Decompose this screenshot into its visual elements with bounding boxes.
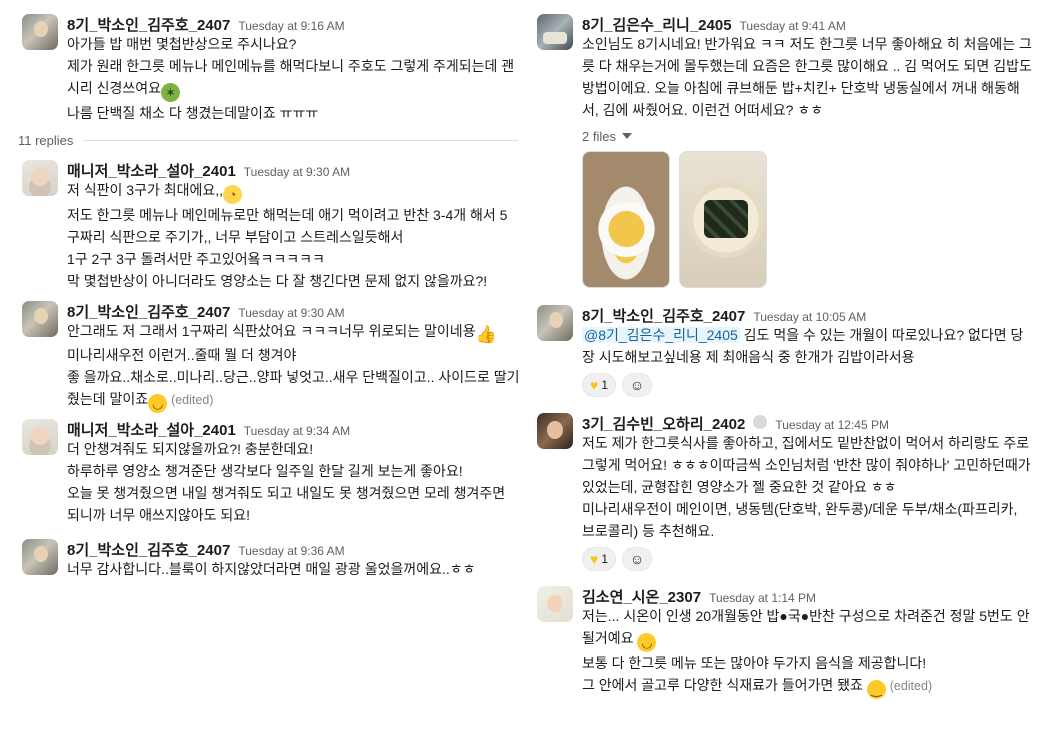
author-name[interactable]: 8기_박소인_김주호_2407 <box>582 305 745 326</box>
message-text: 너무 감사합니다..블룩이 하지않았더라면 매일 광광 울었을꺼에요..ㅎㅎ <box>67 561 476 577</box>
timestamp[interactable]: Tuesday at 1:14 PM <box>709 591 816 605</box>
author-name[interactable]: 8기_박소인_김주호_2407 <box>67 301 230 322</box>
timestamp[interactable]: Tuesday at 9:41 AM <box>740 19 846 33</box>
user-mention[interactable]: @8기_김은수_리니_2405 <box>582 327 740 343</box>
rolling-eyes-emoji: ◔ <box>223 185 243 204</box>
message-text: 저는... 시온이 인생 20개월동안 밥●국●반찬 구성으로 차려준건 정말 … <box>582 608 1030 699</box>
image-attachment-seaweed-bowl[interactable] <box>679 151 767 288</box>
message: 8기_박소인_김주호_2407 Tuesday at 9:30 AM 안그래도 … <box>22 301 522 413</box>
laughing-emoji: ◡ <box>637 633 657 652</box>
timestamp[interactable]: Tuesday at 9:30 AM <box>238 306 344 320</box>
author-name[interactable]: 매니저_박소라_설아_2401 <box>67 160 236 181</box>
avatar[interactable] <box>22 14 58 50</box>
files-label[interactable]: 2 files <box>582 129 616 144</box>
avatar[interactable] <box>537 586 573 622</box>
files-toggle[interactable]: 2 files <box>582 125 1057 147</box>
timestamp[interactable]: Tuesday at 10:05 AM <box>753 310 866 324</box>
avatar[interactable] <box>22 539 58 575</box>
message: 3기_김수빈_오하리_2402 Tuesday at 12:45 PM 저도 제… <box>537 413 1057 571</box>
add-reaction-button[interactable]: ☺ <box>622 547 652 571</box>
reactions-bar: ♥ 1 ☺ <box>582 547 1057 571</box>
reaction-count: 1 <box>601 552 608 566</box>
message: 매니저_박소라_설아_2401 Tuesday at 9:30 AM 저 식판이… <box>22 160 522 292</box>
yellow-heart-icon: ♥ <box>590 551 599 567</box>
laughing-emoji: ◡ <box>148 394 168 413</box>
avatar[interactable] <box>22 160 58 196</box>
author-name[interactable]: 매니저_박소라_설아_2401 <box>67 419 236 440</box>
edited-label: (edited) <box>171 393 214 407</box>
author-name[interactable]: 김소연_시온_2307 <box>582 586 701 607</box>
replies-divider[interactable]: 11 replies <box>18 133 518 148</box>
message-text: 저도 제가 한그릇식사를 좋아하고, 집에서도 밑반찬없이 먹어서 하리랑도 주… <box>582 435 1031 539</box>
message-text: 안그래도 저 그래서 1구짜리 식판샀어요 ㅋㅋㅋ너무 위로되는 말이네용👍 미… <box>67 323 520 413</box>
attachments <box>582 151 1057 288</box>
edited-label: (edited) <box>889 679 933 693</box>
message-text: 소인님도 8기시네요! 반가워요 ㅋㅋ 저도 한그릇 너무 좋아해요 히 처음에… <box>582 36 1032 118</box>
add-emoji-icon: ☺ <box>629 377 645 393</box>
replies-count[interactable]: 11 replies <box>18 133 73 148</box>
winking-face-emoji: ‿ <box>866 680 886 699</box>
caret-down-icon[interactable] <box>621 133 632 139</box>
message-text: 더 안챙겨줘도 되지않을까요?! 충분한데요! 하루하루 영양소 챙겨준단 생각… <box>67 441 506 523</box>
timestamp[interactable]: Tuesday at 9:16 AM <box>238 19 344 33</box>
author-name[interactable]: 8기_박소인_김주호_2407 <box>67 539 230 560</box>
avatar[interactable] <box>537 413 573 449</box>
author-name[interactable]: 8기_김은수_리니_2405 <box>582 14 732 35</box>
yellow-heart-icon: ♥ <box>590 377 599 393</box>
timestamp[interactable]: Tuesday at 9:30 AM <box>244 165 350 179</box>
avatar[interactable] <box>537 14 573 50</box>
timestamp[interactable]: Tuesday at 9:34 AM <box>244 424 350 438</box>
status-moon-icon[interactable] <box>753 415 768 429</box>
message-text: @8기_김은수_리니_2405 김도 먹을 수 있는 개월이 따로있나요? 없다… <box>582 327 1024 365</box>
reactions-bar: ♥ 1 ☺ <box>582 373 1057 397</box>
message: 8기_박소인_김주호_2407 Tuesday at 9:36 AM 너무 감사… <box>22 539 522 580</box>
timestamp[interactable]: Tuesday at 9:36 AM <box>238 544 344 558</box>
message: 매니저_박소라_설아_2401 Tuesday at 9:34 AM 더 안챙겨… <box>22 419 522 526</box>
timestamp[interactable]: Tuesday at 12:45 PM <box>775 418 889 432</box>
thumbs-up-emoji: 👍 <box>475 325 497 344</box>
message-text: 저 식판이 3구가 최대에요,, ◔ 저도 한그릇 메뉴나 메인메뉴로만 해먹는데… <box>67 182 508 289</box>
message-text: 아가들 밥 매번 몇첩반상으로 주시나요? 제가 원래 한그릇 메뉴나 메인메뉴… <box>67 36 515 121</box>
reaction-count: 1 <box>601 378 608 392</box>
author-name[interactable]: 3기_김수빈_오하리_2402 <box>582 413 745 434</box>
message: 8기_박소인_김주호_2407 Tuesday at 10:05 AM @8기_… <box>537 305 1057 397</box>
divider-line <box>83 140 518 141</box>
add-emoji-icon: ☺ <box>629 551 645 567</box>
image-attachment-rice-bowl[interactable] <box>582 151 670 288</box>
avatar[interactable] <box>22 419 58 455</box>
sick-face-emoji: ✶ <box>161 83 181 102</box>
message: 김소연_시온_2307 Tuesday at 1:14 PM 저는... 시온이… <box>537 586 1057 699</box>
author-name[interactable]: 8기_박소인_김주호_2407 <box>67 14 230 35</box>
avatar[interactable] <box>537 305 573 341</box>
reaction-heart[interactable]: ♥ 1 <box>582 373 616 397</box>
message: 8기_박소인_김주호_2407 Tuesday at 9:16 AM 아가들 밥… <box>22 14 522 124</box>
message: 8기_김은수_리니_2405 Tuesday at 9:41 AM 소인님도 8… <box>537 14 1057 288</box>
add-reaction-button[interactable]: ☺ <box>622 373 652 397</box>
avatar[interactable] <box>22 301 58 337</box>
reaction-heart[interactable]: ♥ 1 <box>582 547 616 571</box>
